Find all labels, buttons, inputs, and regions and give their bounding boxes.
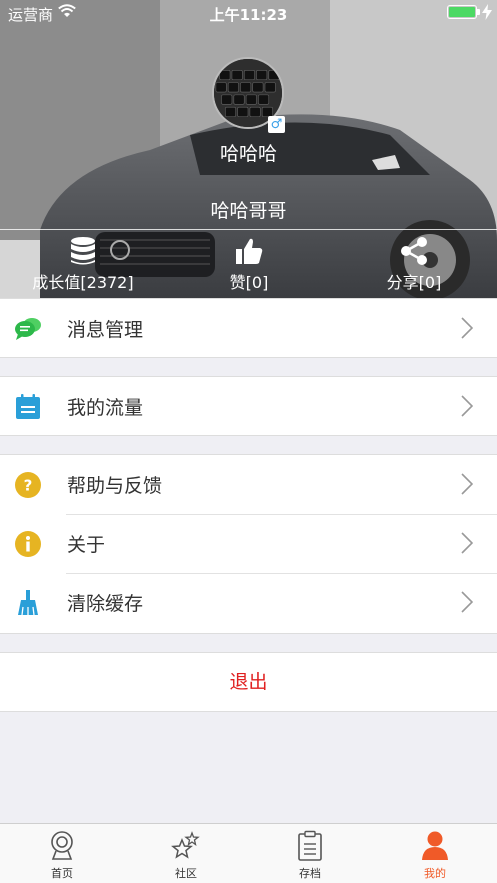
calendar-list-icon [16, 394, 40, 419]
tab-community[interactable]: 社区 [124, 824, 248, 883]
tab-mine[interactable]: 我的 [373, 824, 497, 883]
menu-item-help[interactable]: ? 帮助与反馈 [0, 455, 497, 514]
status-time: 上午11:23 [209, 6, 288, 24]
logout-button[interactable]: 退出 [0, 652, 497, 712]
share-icon [401, 237, 427, 265]
male-gender-icon: ♂ [268, 116, 285, 133]
chevron-right-icon [461, 532, 473, 554]
stars-icon [171, 831, 200, 859]
menu-label-clear-cache: 清除缓存 [67, 593, 144, 615]
menu-group-messages: 消息管理 [0, 298, 497, 358]
webcam-icon [51, 831, 73, 860]
status-bar: 运营商 上午11:23 [0, 0, 497, 26]
menu-label-about: 关于 [67, 534, 106, 556]
menu-group-traffic: 我的流量 [0, 376, 497, 436]
chat-bubbles-icon [15, 318, 41, 340]
display-name: 哈哈哥哥 [210, 200, 287, 222]
charging-icon [482, 4, 492, 20]
menu-item-messages[interactable]: 消息管理 [0, 299, 497, 358]
menu-label-traffic: 我的流量 [67, 397, 144, 419]
battery-cap [477, 9, 480, 15]
tab-community-label: 社区 [175, 867, 197, 880]
user-icon [422, 831, 448, 860]
tab-home-label: 首页 [51, 867, 73, 880]
menu-item-about[interactable]: 关于 [0, 514, 497, 573]
stat-shares[interactable]: 分享[0] [331, 236, 497, 293]
menu-item-traffic[interactable]: 我的流量 [0, 377, 497, 436]
chevron-right-icon [461, 395, 473, 417]
menu-label-help: 帮助与反馈 [67, 475, 163, 497]
header-divider [0, 229, 497, 230]
database-icon [71, 237, 95, 265]
stat-growth-value[interactable]: 成长值[2372] [0, 236, 166, 293]
tab-home[interactable]: 首页 [0, 824, 124, 883]
question-icon: ? [15, 472, 41, 498]
stat-likes-label: 赞[0] [229, 273, 269, 292]
chevron-right-icon [461, 591, 473, 613]
profile-header: 运营商 上午11:23 ♂ 哈哈哈 哈哈哥哥 成长值[2372] 赞[0] 分享… [0, 0, 497, 298]
battery-icon [447, 5, 477, 19]
broom-icon [18, 590, 38, 616]
tab-mine-label: 我的 [424, 867, 446, 880]
stat-likes[interactable]: 赞[0] [166, 236, 332, 293]
clipboard-icon [298, 830, 322, 861]
tab-bar: 首页 社区 存档 我的 [0, 823, 497, 883]
chevron-right-icon [461, 317, 473, 339]
info-icon [15, 531, 41, 557]
tab-archive[interactable]: 存档 [248, 824, 372, 883]
chevron-right-icon [461, 473, 473, 495]
thumbs-up-icon [236, 238, 263, 264]
menu-group-settings: ? 帮助与反馈 关于 清除缓存 [0, 454, 497, 634]
nickname: 哈哈哈 [219, 143, 277, 165]
svg-text:?: ? [24, 477, 33, 495]
menu-item-clear-cache[interactable]: 清除缓存 [0, 573, 497, 632]
logout-label: 退出 [229, 671, 268, 693]
stat-shares-label: 分享[0] [386, 273, 442, 292]
tab-archive-label: 存档 [299, 867, 321, 880]
stat-growth-label: 成长值[2372] [32, 273, 134, 292]
menu-label-messages: 消息管理 [67, 319, 144, 341]
